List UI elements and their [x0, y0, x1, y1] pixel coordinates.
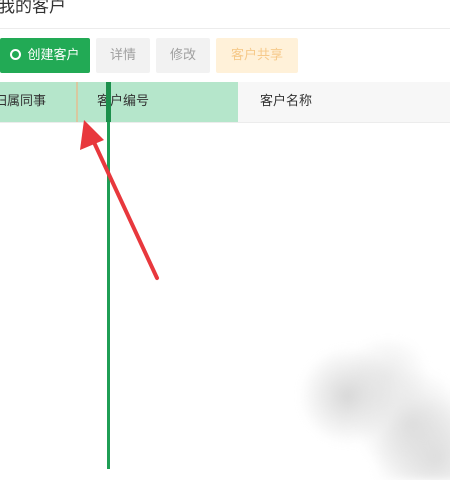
detail-button[interactable]: 详情 — [96, 38, 150, 73]
title-divider — [0, 28, 450, 29]
page-title: 我的客户 — [0, 0, 66, 17]
column-header-customer-number[interactable]: 客户编号 — [78, 82, 238, 122]
create-customer-button[interactable]: 创建客户 — [0, 38, 90, 73]
column-header-customer-name[interactable]: 客户名称 — [238, 82, 450, 122]
column-header-colleague[interactable]: 归属同事 — [0, 82, 76, 122]
create-customer-label: 创建客户 — [27, 48, 80, 63]
edit-button[interactable]: 修改 — [156, 38, 210, 73]
column-header-colleague-label: 归属同事 — [0, 94, 47, 109]
table-header: 归属同事 客户编号 客户名称 — [0, 82, 450, 123]
circle-icon — [10, 48, 22, 60]
share-customer-button[interactable]: 客户共享 — [216, 38, 298, 73]
column-resize-line[interactable] — [107, 82, 110, 469]
column-resize-handle[interactable] — [106, 82, 111, 122]
toolbar: 创建客户 详情 修改 客户共享 — [0, 38, 450, 73]
blurred-region — [300, 340, 450, 480]
